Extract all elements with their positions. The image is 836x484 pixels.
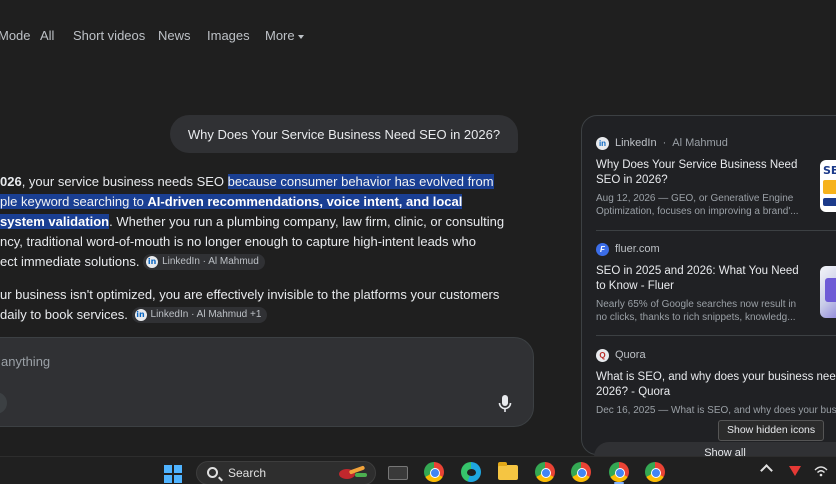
page: Mode All Short videos News Images More W… <box>0 0 836 484</box>
nav-news[interactable]: News <box>158 28 191 43</box>
divider <box>596 230 836 231</box>
source-chip-linkedin-plus[interactable]: in LinkedIn · Al Mahmud +1 <box>131 306 268 323</box>
edge-icon[interactable] <box>461 462 481 482</box>
answer-text: ur business isn't optimized, you are eff… <box>0 287 500 302</box>
answer-line: system validation. Whether you run a plu… <box>0 212 504 232</box>
answer-line: ple keyword searching to AI-driven recom… <box>0 192 463 212</box>
thumbnail-graphic <box>823 180 836 194</box>
linkedin-icon: in <box>146 255 159 268</box>
chrome-icon[interactable] <box>645 462 665 482</box>
chrome-icon[interactable] <box>535 462 555 482</box>
tray-app-icon[interactable] <box>788 465 802 477</box>
source-card-fluer[interactable]: F fluer.com SEO in 2025 and 2026: What Y… <box>596 242 836 324</box>
source-card-linkedin[interactable]: in LinkedIn · Al Mahmud Why Does Your Se… <box>596 136 836 218</box>
search-icon <box>207 467 218 478</box>
answer-text: . Whether you run a plumbing company, la… <box>109 214 505 229</box>
user-query-bubble: Why Does Your Service Business Need SEO … <box>170 115 518 153</box>
answer-text: ncy, traditional word-of-mouth is no lon… <box>0 234 476 249</box>
thumbnail-graphic <box>823 198 836 206</box>
ask-input-placeholder: anything <box>1 354 51 369</box>
ask-input-box[interactable]: anything <box>0 337 534 427</box>
divider <box>596 335 836 336</box>
add-attachment-button[interactable] <box>0 392 7 414</box>
chrome-icon[interactable] <box>571 462 591 482</box>
search-highlight-icon <box>339 465 367 479</box>
source-header: in LinkedIn · Al Mahmud <box>596 136 836 150</box>
caret-down-icon <box>297 34 304 39</box>
wifi-icon[interactable] <box>814 465 828 477</box>
source-author: Al Mahmud <box>672 137 728 149</box>
answer-highlight-bold: AI-driven recommendations, voice intent,… <box>147 194 463 209</box>
answer-highlight: because consumer behavior has evolved fr… <box>227 174 494 189</box>
windows-icon[interactable] <box>164 465 182 483</box>
answer-highlight-bold: system validation <box>0 214 110 229</box>
answer-line: ect immediate solutions. in LinkedIn · Al… <box>0 252 265 272</box>
source-chip-label: LinkedIn · Al Mahmud +1 <box>150 308 262 320</box>
source-title[interactable]: Why Does Your Service Business Need SEO … <box>596 158 806 188</box>
nav-images[interactable]: Images <box>207 28 250 43</box>
separator-dot: · <box>662 137 667 149</box>
nav-short-videos[interactable]: Short videos <box>73 28 145 43</box>
source-site: Quora <box>615 349 646 361</box>
chrome-icon[interactable] <box>609 462 629 482</box>
windows-taskbar: Search <box>0 456 836 484</box>
linkedin-icon: in <box>596 136 609 150</box>
sources-panel: in LinkedIn · Al Mahmud Why Does Your Se… <box>581 115 836 472</box>
source-header: F fluer.com <box>596 242 836 256</box>
source-thumbnail[interactable]: SE <box>820 160 836 212</box>
chevron-up-icon[interactable] <box>760 464 773 477</box>
task-view-icon[interactable] <box>388 466 408 480</box>
linkedin-icon: in <box>134 308 147 321</box>
taskbar-search[interactable]: Search <box>196 461 376 484</box>
nav-all[interactable]: All <box>40 28 54 43</box>
mic-icon[interactable] <box>497 394 513 414</box>
nav-ai-mode[interactable]: Mode <box>0 28 31 43</box>
quora-icon: Q <box>596 348 609 362</box>
answer-text: daily to book services. <box>0 307 132 322</box>
source-snippet: Dec 16, 2025 — What is SEO, and why does… <box>596 405 836 416</box>
chrome-icon[interactable] <box>424 462 444 482</box>
source-chip-linkedin[interactable]: in LinkedIn · Al Mahmud <box>143 253 265 270</box>
answer-line: 026, your service business needs SEO bec… <box>0 172 494 192</box>
source-header: Q Quora <box>596 348 836 362</box>
source-title[interactable]: SEO in 2025 and 2026: What You Need to K… <box>596 264 806 294</box>
thumbnail-text: SE <box>823 164 836 177</box>
folder-icon[interactable] <box>498 462 518 480</box>
fluer-icon: F <box>596 242 609 256</box>
source-site: LinkedIn <box>615 137 657 149</box>
user-query-text: Why Does Your Service Business Need SEO … <box>187 126 501 142</box>
answer-line: ncy, traditional word-of-mouth is no lon… <box>0 232 476 252</box>
answer-line: ur business isn't optimized, you are eff… <box>0 285 499 305</box>
source-card-quora[interactable]: Q Quora What is SEO, and why does your b… <box>596 348 836 417</box>
answer-highlight: ple keyword searching to <box>0 194 148 209</box>
source-snippet: Nearly 65% of Google searches now result… <box>596 299 797 323</box>
taskbar-search-label: Search <box>228 466 267 480</box>
source-title[interactable]: What is SEO, and why does your business … <box>596 370 836 400</box>
nav-more-label: More <box>265 28 295 43</box>
thumbnail-graphic <box>825 278 836 302</box>
answer-year: 026 <box>0 174 22 189</box>
answer-line: daily to book services. in LinkedIn · Al … <box>0 305 268 325</box>
source-snippet: Aug 12, 2026 — GEO, or Generative Engine… <box>596 193 799 217</box>
source-chip-label: LinkedIn · Al Mahmud <box>162 255 259 267</box>
tooltip-show-hidden-icons: Show hidden icons <box>718 420 825 441</box>
source-thumbnail[interactable] <box>820 266 836 318</box>
source-site: fluer.com <box>615 243 660 255</box>
nav-more[interactable]: More <box>265 28 304 43</box>
answer-text: ect immediate solutions. <box>0 254 144 269</box>
answer-text: , your service business needs SEO <box>21 174 228 189</box>
